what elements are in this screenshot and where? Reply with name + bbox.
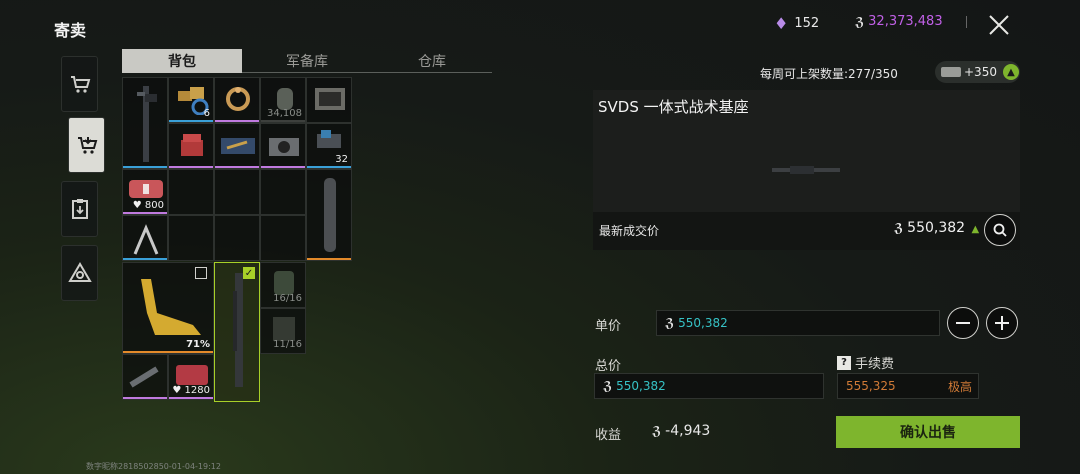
- golden-shoe-icon: [141, 279, 201, 335]
- inventory-slot-backpack[interactable]: 16/16: [260, 262, 306, 308]
- inventory-slot-empty[interactable]: [260, 215, 306, 261]
- inventory-slot-rifle[interactable]: [122, 77, 168, 169]
- inventory-slot-empty[interactable]: [214, 215, 260, 261]
- medkit-item-icon: [129, 180, 163, 198]
- page-title: 寄卖: [54, 21, 87, 40]
- inventory-slot-redcase[interactable]: ♥ 1280: [168, 354, 214, 400]
- inventory-slot-bottle[interactable]: 34,108: [260, 77, 306, 123]
- divider: [966, 16, 967, 28]
- inventory-tabs: 背包 军备库 仓库: [122, 49, 492, 73]
- item-count: 11/16: [273, 339, 302, 350]
- inventory-slot-ring[interactable]: [214, 77, 260, 123]
- rifle-item-icon: [137, 86, 157, 162]
- last-price-label: 最新成交价: [599, 224, 660, 238]
- inventory-slot-canister[interactable]: [306, 169, 352, 261]
- inventory-slot-multitool[interactable]: [122, 215, 168, 261]
- inventory-slot-golden-shoe[interactable]: 71%: [122, 262, 214, 354]
- search-price-button[interactable]: [984, 214, 1016, 246]
- item-durability: ♥ 1280: [172, 385, 210, 396]
- inventory-slot-vest[interactable]: 11/16: [260, 308, 306, 354]
- item-count: 34,108: [267, 108, 302, 119]
- item-count: 32: [335, 154, 348, 165]
- sidebar-item-sell[interactable]: [68, 117, 105, 173]
- trend-up-icon: ▲: [971, 224, 980, 235]
- rail-item-icon: [129, 366, 159, 388]
- search-icon: [993, 223, 1007, 237]
- unit-price-label: 单价: [595, 319, 622, 334]
- inventory-slot-document[interactable]: [306, 77, 352, 123]
- listing-quota-badge[interactable]: +350 ▲: [935, 61, 1020, 83]
- diamond-icon: ♦: [774, 14, 789, 33]
- clipboard-icon: [71, 199, 88, 219]
- inventory-slot-empty[interactable]: [168, 215, 214, 261]
- item-preview-image: [772, 166, 840, 174]
- inventory-slot-card[interactable]: [214, 123, 260, 169]
- profit-label: 收益: [595, 428, 622, 443]
- increase-price-button[interactable]: [986, 307, 1018, 339]
- sidebar-item-buy[interactable]: [61, 56, 98, 112]
- canister-item-icon: [324, 178, 336, 252]
- item-count: 6: [203, 108, 210, 119]
- decrease-price-button[interactable]: [947, 307, 979, 339]
- confirm-sell-button[interactable]: 确认出售: [836, 416, 1020, 448]
- camera-item-icon: [269, 138, 299, 156]
- help-icon[interactable]: ?: [837, 355, 851, 370]
- multitool-item-icon: [133, 224, 159, 255]
- item-durability: 71%: [186, 339, 210, 350]
- item-name: SVDS 一体式战术基座: [598, 98, 749, 116]
- inventory-slot-empty[interactable]: [214, 169, 260, 215]
- cart-icon: [70, 76, 90, 93]
- inventory-slot-camera[interactable]: [260, 123, 306, 169]
- card-item-icon: [221, 138, 255, 154]
- document-item-icon: [315, 88, 345, 110]
- ring-item-icon: [226, 87, 250, 111]
- inventory-slot-medkit[interactable]: ♥ 800: [122, 169, 168, 215]
- ammo-item-icon: [317, 130, 341, 148]
- total-price-field: ℨ 550,382: [594, 373, 824, 399]
- fee-header: ? 手续费: [837, 353, 894, 372]
- gem-balance: ♦ 152: [774, 14, 820, 33]
- triangle-eye-icon: [67, 262, 92, 282]
- sidebar-item-triangle[interactable]: [61, 245, 98, 301]
- weekly-listing-quota: 每周可上架数量:277/350: [760, 67, 898, 81]
- fee-field: 555,325 极高: [837, 373, 979, 399]
- sidebar-item-orders[interactable]: [61, 181, 98, 237]
- coin-balance: ℨ 32,373,483: [855, 14, 943, 29]
- inventory-slot-jewelbox[interactable]: [168, 123, 214, 169]
- profit-value: ℨ -4,943: [652, 423, 711, 439]
- minus-icon: [956, 322, 970, 324]
- total-price-label: 总价: [595, 359, 622, 374]
- inventory-slot-parts[interactable]: 6: [168, 77, 214, 123]
- item-count: 16/16: [273, 293, 302, 304]
- selected-checkbox[interactable]: ✓: [243, 267, 255, 279]
- last-price-value: ℨ 550,382 ▲: [894, 220, 980, 236]
- tab-armory[interactable]: 军备库: [242, 49, 372, 73]
- inventory-slot-rail[interactable]: [122, 354, 168, 400]
- arrow-up-icon: ▲: [1002, 64, 1019, 80]
- tab-warehouse[interactable]: 仓库: [372, 49, 492, 73]
- unit-price-input[interactable]: ℨ 550,382: [656, 310, 940, 336]
- coin-icon: ℨ: [855, 14, 865, 29]
- close-icon[interactable]: [984, 10, 1014, 40]
- inventory-slot-svds-mount[interactable]: ✓: [214, 262, 260, 402]
- tab-backpack[interactable]: 背包: [122, 49, 242, 73]
- select-checkbox[interactable]: [195, 267, 207, 279]
- sell-cart-icon: [77, 137, 97, 154]
- footer-watermark: 数字昵称2818502850-01-04-19:12: [86, 462, 221, 471]
- inventory-slot-empty[interactable]: [168, 169, 214, 215]
- plus-icon: [995, 316, 1009, 330]
- item-durability: ♥ 800: [132, 200, 164, 211]
- svds-mount-icon: [233, 273, 243, 387]
- inventory-slot-empty[interactable]: [260, 169, 306, 215]
- ticket-icon: [941, 67, 961, 77]
- jewel-box-icon: [181, 134, 203, 156]
- inventory-slot-ammo[interactable]: 32: [306, 123, 352, 169]
